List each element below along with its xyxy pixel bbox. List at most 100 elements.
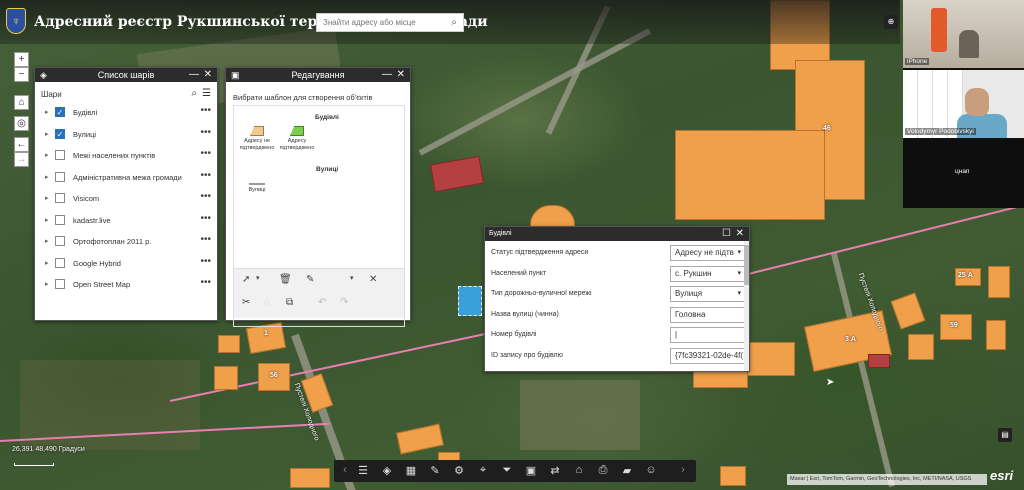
template-address-confirmed[interactable]: Адресу підтверджено bbox=[278, 126, 316, 152]
layer-row[interactable]: ▸ Google Hybrid ••• bbox=[35, 253, 217, 275]
select-icon[interactable]: ➚ bbox=[242, 274, 250, 285]
layer-visibility-checkbox[interactable]: ✓ bbox=[55, 107, 65, 117]
layer-row[interactable]: ▸ Межі населених пунктів ••• bbox=[35, 145, 217, 167]
building[interactable] bbox=[986, 320, 1006, 350]
legend-icon[interactable]: ☰ bbox=[354, 464, 372, 477]
edit-icon[interactable]: ▣ bbox=[522, 464, 540, 477]
expand-icon[interactable]: ▸ bbox=[45, 151, 49, 159]
filter-menu-icon[interactable]: ☰ bbox=[202, 88, 211, 99]
search-box[interactable]: ⌕ bbox=[316, 13, 464, 32]
zoom-out-icon[interactable]: − bbox=[14, 67, 29, 82]
dropdown-arrow-icon[interactable]: ▾ bbox=[737, 287, 741, 301]
expand-icon[interactable]: ▸ bbox=[45, 173, 49, 181]
layer-row[interactable]: ▸ Адміністративна межа громади ••• bbox=[35, 167, 217, 189]
layer-row[interactable]: ▸ Ортофотоплан 2011 р. ••• bbox=[35, 231, 217, 253]
attribute-input[interactable]: | bbox=[670, 327, 746, 343]
prev-arrow-icon[interactable]: ‹ bbox=[336, 464, 354, 476]
next-arrow-icon[interactable]: › bbox=[674, 464, 692, 476]
draw-icon[interactable]: ✎ bbox=[426, 464, 444, 477]
layer-visibility-checkbox[interactable]: ✓ bbox=[55, 128, 65, 139]
attribute-panel-header[interactable]: Будівлі ☐ ✕ bbox=[485, 227, 749, 241]
building[interactable] bbox=[675, 130, 825, 220]
building[interactable] bbox=[429, 155, 485, 193]
more-options-icon[interactable]: ••• bbox=[200, 213, 211, 224]
layer-row[interactable]: ▸ kadastr.live ••• bbox=[35, 210, 217, 232]
layer-visibility-checkbox[interactable] bbox=[55, 214, 65, 225]
more-options-icon[interactable]: ••• bbox=[200, 256, 211, 267]
building[interactable] bbox=[720, 466, 746, 486]
analysis-icon[interactable]: ⚙ bbox=[450, 464, 468, 477]
dropdown-arrow-icon[interactable]: ▾ bbox=[737, 246, 741, 260]
close-icon[interactable]: ✕ bbox=[397, 69, 405, 80]
template-address-unconfirmed[interactable]: Адресу не підтверджено bbox=[238, 126, 276, 152]
about-icon[interactable]: ☺ bbox=[642, 464, 660, 476]
more-options-icon[interactable]: ••• bbox=[200, 277, 211, 288]
more-options-icon[interactable]: ••• bbox=[200, 170, 211, 181]
attribute-select[interactable]: с. Рукшин ▾ bbox=[670, 265, 746, 282]
more-options-icon[interactable]: ••• bbox=[200, 191, 211, 202]
close-icon[interactable]: ✕ bbox=[736, 228, 744, 239]
more-options-icon[interactable]: ••• bbox=[200, 105, 211, 116]
building[interactable] bbox=[890, 292, 926, 330]
layers-icon[interactable]: ◈ bbox=[378, 464, 396, 477]
back-icon[interactable]: ← bbox=[14, 137, 29, 152]
minimize-icon[interactable]: — bbox=[382, 69, 392, 80]
edit-panel-header[interactable]: ▣ Редагування — ✕ bbox=[226, 68, 410, 82]
search-icon[interactable]: ⌕ bbox=[191, 88, 197, 99]
layer-visibility-checkbox[interactable] bbox=[55, 193, 65, 203]
more-options-icon[interactable]: ••• bbox=[200, 234, 211, 245]
expand-icon[interactable]: ▸ bbox=[45, 216, 49, 224]
widget-icon[interactable]: ⊕ bbox=[884, 15, 898, 29]
close-icon[interactable]: ✕ bbox=[369, 274, 377, 285]
layer-visibility-checkbox[interactable] bbox=[55, 171, 65, 182]
expand-icon[interactable]: ▸ bbox=[45, 108, 49, 116]
forward-icon[interactable]: → bbox=[14, 152, 29, 167]
building[interactable] bbox=[868, 354, 890, 368]
expand-icon[interactable]: ▸ bbox=[45, 194, 49, 202]
attribute-input[interactable]: Головна bbox=[670, 306, 746, 323]
search-icon[interactable]: ⌕ bbox=[451, 17, 457, 28]
maximize-icon[interactable]: ☐ bbox=[722, 228, 731, 239]
attribute-select[interactable]: Адресу не підтв ▾ bbox=[670, 245, 746, 261]
cut-icon[interactable]: ✂ bbox=[242, 297, 250, 308]
building[interactable] bbox=[988, 266, 1010, 298]
merge-icon[interactable]: ⧉ bbox=[286, 297, 293, 308]
dropdown-arrow-icon[interactable]: ▾ bbox=[737, 267, 741, 281]
building[interactable] bbox=[290, 468, 330, 488]
building[interactable] bbox=[908, 334, 934, 360]
building[interactable] bbox=[693, 370, 748, 388]
redo-icon[interactable]: ↷ bbox=[340, 297, 348, 308]
building[interactable] bbox=[530, 205, 575, 227]
reshape-icon[interactable]: ◌ bbox=[264, 297, 270, 308]
search-input[interactable] bbox=[317, 14, 439, 31]
layer-row[interactable]: ▸ ✓ Вулиці ••• bbox=[35, 124, 217, 146]
expand-icon[interactable]: ▸ bbox=[45, 237, 49, 245]
chevron-down-icon[interactable]: ▾ bbox=[256, 274, 260, 282]
building[interactable] bbox=[214, 366, 238, 390]
layer-visibility-checkbox[interactable] bbox=[55, 257, 65, 268]
template-streets[interactable]: Вулиці bbox=[238, 178, 276, 194]
layer-row[interactable]: ▸ Open Street Map ••• bbox=[35, 274, 217, 296]
expand-icon[interactable]: ▸ bbox=[45, 130, 49, 138]
bookmark-icon[interactable]: ▰ bbox=[618, 464, 636, 477]
more-options-icon[interactable]: ••• bbox=[200, 148, 211, 159]
more-options-icon[interactable]: ••• bbox=[200, 127, 211, 138]
layer-visibility-checkbox[interactable] bbox=[55, 236, 65, 246]
layer-list-header[interactable]: ◈ Список шарів — ✕ bbox=[35, 68, 217, 82]
home-icon[interactable]: ⌂ bbox=[570, 464, 588, 476]
swipe-icon[interactable]: ⇄ bbox=[546, 464, 564, 477]
expand-icon[interactable]: ▸ bbox=[45, 280, 49, 288]
undo-icon[interactable]: ↶ bbox=[318, 297, 326, 308]
layer-row[interactable]: ▸ Visicom ••• bbox=[35, 188, 217, 210]
layer-row[interactable]: ▸ ✓ Будівлі ••• bbox=[35, 102, 217, 124]
edit-vertices-icon[interactable]: ✎ bbox=[306, 274, 314, 285]
filter-icon[interactable]: ⏷ bbox=[498, 464, 516, 477]
selected-building[interactable] bbox=[458, 286, 482, 316]
building[interactable] bbox=[745, 342, 795, 376]
close-icon[interactable]: ✕ bbox=[204, 69, 212, 80]
expand-icon[interactable]: ▸ bbox=[45, 259, 49, 267]
attribute-input[interactable]: {7fc39321-02de-4f( bbox=[670, 347, 746, 364]
basemap-gallery-icon[interactable]: ▦ bbox=[402, 464, 420, 477]
minimize-icon[interactable]: — bbox=[189, 69, 199, 80]
zoom-in-icon[interactable]: + bbox=[14, 52, 29, 67]
